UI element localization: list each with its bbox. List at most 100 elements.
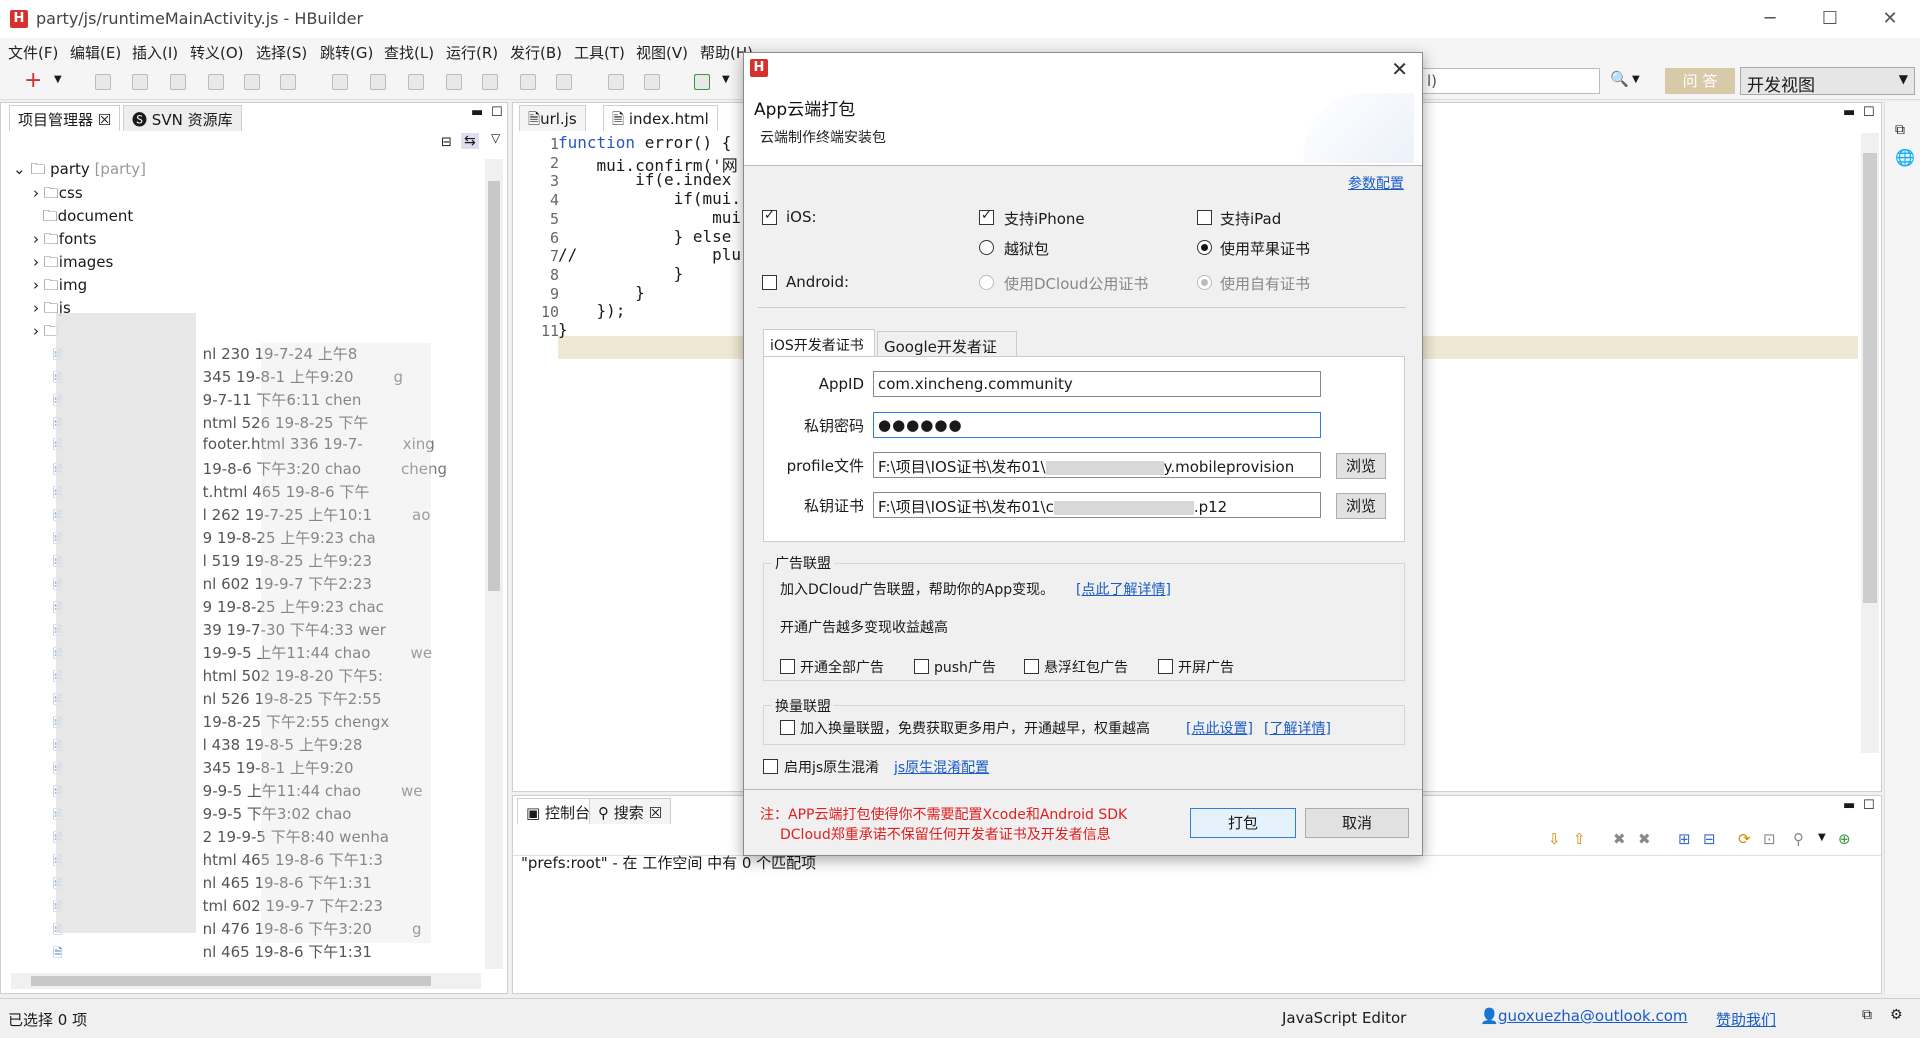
scrollbar-thumb[interactable]	[488, 181, 500, 591]
arrow-up-icon[interactable]: ⇧	[1573, 830, 1586, 848]
redo-icon[interactable]	[244, 74, 260, 90]
dcloud-cert-radio[interactable]	[979, 275, 994, 290]
menu-goto[interactable]: 跳转(G)	[320, 42, 373, 63]
view-menu-icon[interactable]: ▽	[491, 131, 500, 145]
hscroll-thumb[interactable]	[31, 976, 431, 986]
prev-bookmark-icon[interactable]	[370, 74, 386, 90]
indent-right-icon[interactable]	[482, 74, 498, 90]
tab-ios-cert[interactable]: iOS开发者证书	[763, 329, 875, 357]
dialog-close-icon[interactable]: ✕	[1391, 57, 1408, 81]
menu-edit[interactable]: 编辑(E)	[70, 42, 121, 63]
open-console-icon[interactable]: ⊕	[1838, 830, 1851, 848]
password-input[interactable]: ●●●●●●	[873, 412, 1321, 438]
menu-escape[interactable]: 转义(O)	[190, 42, 244, 63]
history-dropdown-icon[interactable]: ▼	[1818, 832, 1826, 843]
pack-button[interactable]: 打包	[1190, 808, 1296, 838]
qa-button[interactable]: 问 答	[1665, 68, 1735, 94]
tree-item-images[interactable]: › 🗀images	[33, 252, 113, 275]
menu-publish[interactable]: 发行(B)	[510, 42, 562, 63]
menu-file[interactable]: 文件(F)	[8, 42, 58, 63]
maximize-panel-icon[interactable]: ☐	[491, 105, 503, 120]
float-redpack-checkbox[interactable]	[1024, 659, 1039, 674]
file-row[interactable]: 🗎 nl 465 19-8-6 下午1:31	[53, 941, 372, 963]
view-mode-select[interactable]: 开发视图 ▼	[1740, 67, 1915, 96]
close-window-button[interactable]: ✕	[1870, 8, 1910, 29]
run-icon[interactable]	[694, 74, 710, 90]
search-dropdown-icon[interactable]: ▼	[1632, 74, 1640, 85]
indent-left-icon[interactable]	[446, 74, 462, 90]
arrow-down-icon[interactable]: ⇩	[1548, 830, 1561, 848]
refresh-icon[interactable]	[170, 74, 186, 90]
bookmark-icon[interactable]	[332, 74, 348, 90]
ad-detail-link[interactable]: [点此了解详情]	[1076, 579, 1171, 599]
tab-project-manager[interactable]: 项目管理器 ☒	[9, 105, 121, 131]
restore-icon[interactable]: ⧉	[1862, 1007, 1872, 1023]
menu-view[interactable]: 视图(V)	[636, 42, 688, 63]
settings-icon[interactable]: ⚙	[1890, 1007, 1903, 1023]
tree-item-folder[interactable]: › 🗀	[33, 321, 59, 344]
run-dropdown-icon[interactable]: ▼	[722, 74, 730, 85]
profile-browse-button[interactable]: 浏览	[1336, 453, 1386, 479]
jailbreak-radio[interactable]	[979, 240, 994, 255]
apple-cert-radio[interactable]	[1197, 240, 1212, 255]
pin-icon[interactable]: ⊡	[1763, 830, 1776, 848]
profile-input[interactable]: F:\项目\IOS证书\发布01\ y.mobileprovision	[873, 452, 1321, 478]
tree-item-document[interactable]: 🗀document	[33, 206, 134, 229]
obfuscate-checkbox[interactable]	[763, 759, 778, 774]
obfuscate-config-link[interactable]: js原生混淆配置	[894, 757, 989, 777]
tab-google-cert[interactable]: Google开发者证书	[877, 331, 1017, 377]
menu-tools[interactable]: 工具(T)	[574, 42, 625, 63]
tab-console[interactable]: ▣ 控制台	[517, 798, 599, 824]
params-config-link[interactable]: 参数配置	[1348, 173, 1404, 193]
remove-icon[interactable]: ✖	[1613, 830, 1626, 848]
tree-item-css[interactable]: › 🗀css	[33, 183, 83, 206]
cancel-button[interactable]: 取消	[1305, 808, 1409, 838]
uncomment-icon[interactable]	[556, 74, 572, 90]
format-icon[interactable]	[280, 74, 296, 90]
close-icon[interactable]: ☒	[98, 111, 111, 129]
tab-search[interactable]: ⚲ 搜索 ☒	[589, 798, 672, 824]
tree-item-party[interactable]: ⌄ 🗀 party [party]	[13, 159, 146, 182]
tab-svn[interactable]: 🅢 SVN 资源库	[123, 105, 242, 131]
appid-input[interactable]: com.xincheng.community	[873, 371, 1321, 397]
swap-checkbox[interactable]	[780, 720, 795, 735]
ipad-checkbox[interactable]	[1197, 210, 1212, 225]
toolbar-search-input[interactable]: l)	[1420, 68, 1600, 94]
minimize-editor-icon[interactable]: ▬	[1843, 105, 1855, 120]
comment-icon[interactable]	[520, 74, 536, 90]
restore-icon[interactable]: ⧉	[1895, 122, 1905, 138]
tab-index-html[interactable]: 🗎 index.html	[603, 105, 718, 131]
user-email-link[interactable]: guoxuezha@outlook.com	[1498, 1007, 1688, 1025]
tab-url-js[interactable]: 🗎url.js	[519, 105, 586, 131]
swap-detail-link[interactable]: [了解详情]	[1264, 718, 1331, 738]
search-icon[interactable]: 🔍	[1610, 70, 1629, 88]
menu-select[interactable]: 选择(S)	[256, 42, 307, 63]
font-smaller-icon[interactable]	[644, 74, 660, 90]
editor-scroll-thumb[interactable]	[1863, 153, 1877, 603]
tree-item-img[interactable]: › 🗀img	[33, 275, 87, 298]
ios-checkbox[interactable]	[762, 208, 777, 225]
rerun-icon[interactable]: ⟳	[1738, 830, 1751, 848]
remove-all-icon[interactable]: ✖	[1638, 830, 1651, 848]
minimize-button[interactable]: ─	[1750, 8, 1790, 29]
save-icon[interactable]	[95, 74, 111, 90]
expand-all-icon[interactable]: ⊞	[1678, 830, 1691, 848]
minimize-console-icon[interactable]: ▬	[1843, 798, 1855, 813]
globe-icon[interactable]: 🌐	[1895, 148, 1915, 167]
tree-item-fonts[interactable]: › 🗀fonts	[33, 229, 96, 252]
key-browse-button[interactable]: 浏览	[1336, 493, 1386, 519]
push-ad-checkbox[interactable]	[914, 659, 929, 674]
save-all-icon[interactable]	[132, 74, 148, 90]
iphone-checkbox[interactable]	[979, 208, 994, 225]
android-checkbox[interactable]	[762, 275, 777, 290]
menu-run[interactable]: 运行(R)	[446, 42, 498, 63]
font-larger-icon[interactable]	[608, 74, 624, 90]
splash-ad-checkbox[interactable]	[1158, 659, 1173, 674]
menu-find[interactable]: 查找(L)	[384, 42, 434, 63]
close-icon[interactable]: ☒	[649, 804, 662, 822]
next-bookmark-icon[interactable]	[408, 74, 424, 90]
maximize-button[interactable]: ☐	[1810, 8, 1850, 29]
collapse-icon[interactable]: ⊟	[1703, 830, 1716, 848]
history-icon[interactable]: ⚲	[1793, 830, 1804, 848]
all-ads-checkbox[interactable]	[780, 659, 795, 674]
